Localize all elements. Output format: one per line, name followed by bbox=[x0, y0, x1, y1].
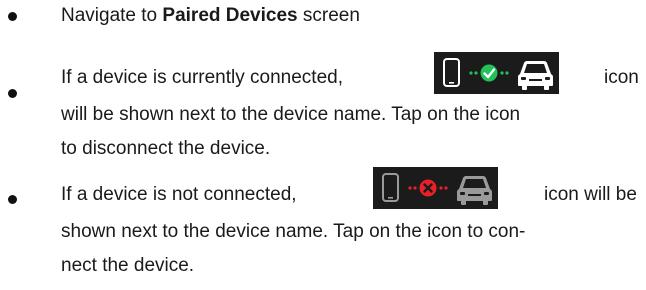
phone-connected-car-icon bbox=[434, 52, 559, 94]
list-item-text: Navigate to Paired Devices screen bbox=[61, 0, 641, 33]
text-line: to disconnect the device. bbox=[61, 138, 271, 159]
text-line: nect the device. bbox=[61, 255, 195, 276]
text-before-icon: If a device is currently connected, bbox=[61, 67, 343, 88]
text-after-icon: icon will be bbox=[544, 184, 637, 205]
text-line: If a device is currently connected, icon bbox=[61, 50, 641, 105]
bullet-dot bbox=[8, 12, 17, 21]
text-before-icon: If a device is not connected, bbox=[61, 184, 297, 205]
text-line: If a device is not connected, icon will … bbox=[61, 167, 641, 215]
list-item-text: If a device is currently connected, icon… bbox=[61, 50, 641, 166]
text-after-icon: icon bbox=[604, 67, 639, 88]
text-before: Navigate to bbox=[61, 5, 163, 26]
bullet-dot bbox=[8, 195, 17, 204]
paired-devices-label: Paired Devices bbox=[162, 5, 298, 26]
phone-disconnected-car-icon bbox=[373, 167, 498, 209]
bullet-dot bbox=[8, 89, 17, 98]
list-item-text: If a device is not connected, icon will … bbox=[61, 167, 641, 283]
text-after: screen bbox=[297, 5, 360, 26]
